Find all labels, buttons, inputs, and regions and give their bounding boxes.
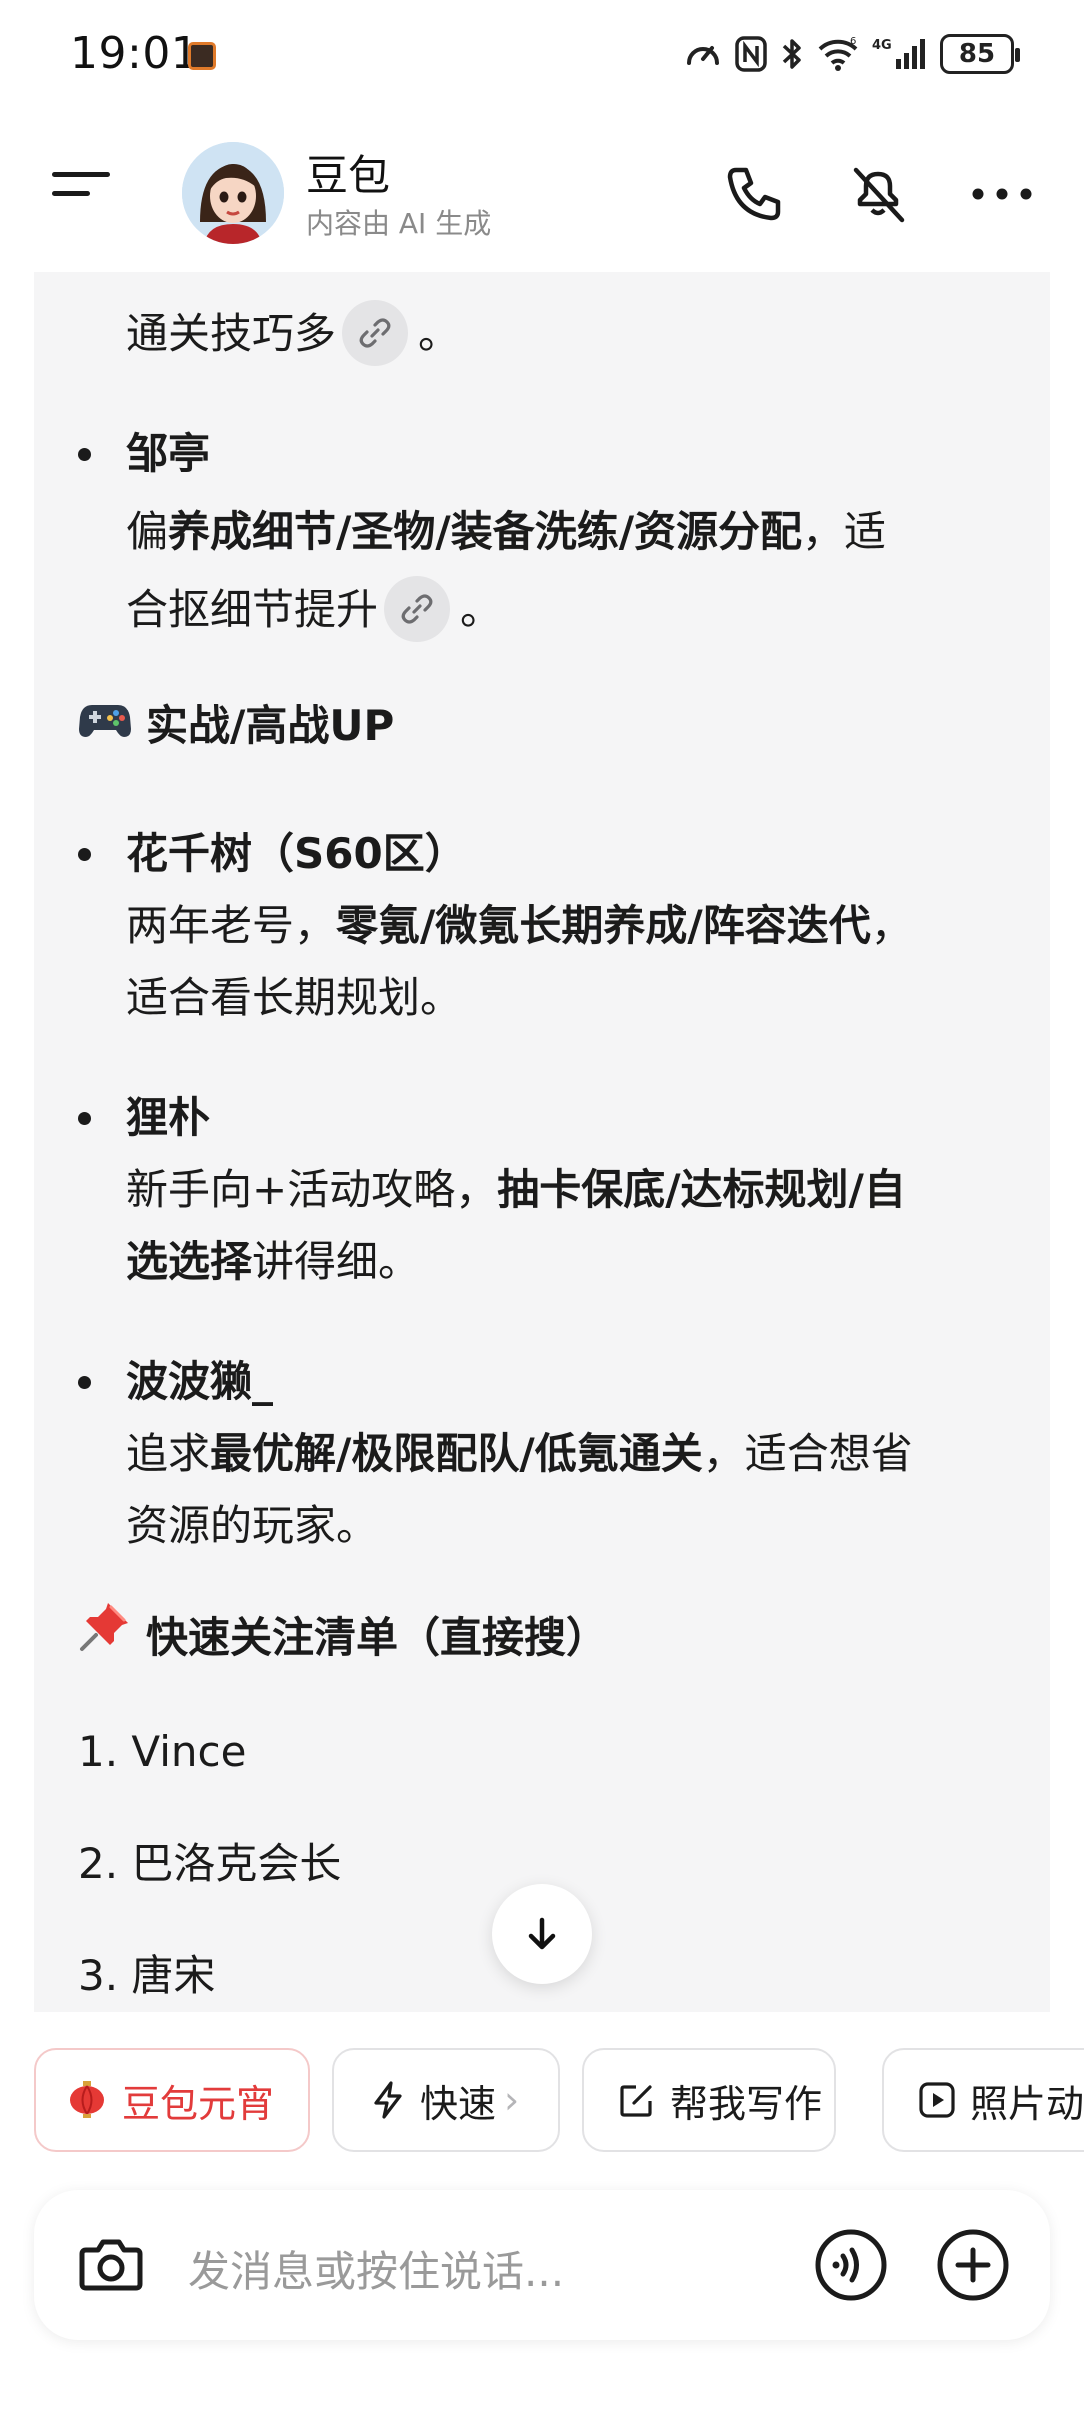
avatar-image <box>182 142 284 244</box>
arrow-down-icon <box>528 1917 556 1950</box>
section-heading: 快速关注清单（直接搜） <box>78 1602 608 1679</box>
battery-icon: 85 <box>940 34 1020 74</box>
phone-icon <box>727 167 781 221</box>
status-time: 19:01 <box>70 28 200 79</box>
more-button[interactable] <box>970 162 1034 226</box>
list-item-desc: 两年老号，零氪/微氪长期养成/阵容迭代， <box>126 901 913 950</box>
bluetooth-icon <box>782 39 801 69</box>
camera-icon <box>79 2239 143 2291</box>
call-button[interactable] <box>722 162 786 226</box>
list-item-desc: 适合看长期规划。 <box>126 973 463 1022</box>
list-item-desc: 合抠细节提升。 <box>126 574 502 646</box>
list-item: 3. 唐宋 <box>78 1951 216 2000</box>
mute-icon <box>853 167 905 223</box>
section-heading: 实战/高战UP <box>78 690 394 765</box>
list-item: 1. Vince <box>78 1727 247 1776</box>
voice-wave-icon <box>815 2229 887 2301</box>
message-input[interactable]: 发消息或按住说话... <box>188 2238 564 2299</box>
list-item-title: 波波獭_ <box>126 1357 274 1406</box>
avatar[interactable] <box>182 142 284 244</box>
list-item-desc: 追求最优解/极限配队/低氪通关，适合想省 <box>126 1429 913 1478</box>
lightning-icon <box>370 2080 406 2120</box>
status-icons: 6 4G 85 <box>684 32 1020 76</box>
assistant-message: 通关技巧多。 邹亭 偏养成细节/圣物/装备洗练/资源分配，适 合抠细节提升。 实… <box>34 272 1050 2012</box>
lantern-icon <box>66 2079 108 2121</box>
play-icon <box>918 2081 956 2119</box>
list-item: 2. 巴洛克会长 <box>78 1839 342 1888</box>
menu-button[interactable] <box>52 172 112 212</box>
edit-icon <box>618 2081 656 2119</box>
menu-icon <box>52 172 110 177</box>
more-icon <box>972 188 1032 200</box>
bullet <box>78 1112 91 1125</box>
plus-icon <box>937 2229 1009 2301</box>
list-item-title: 狸朴 <box>126 1093 211 1142</box>
bullet <box>78 848 91 861</box>
source-link-button[interactable] <box>342 299 409 366</box>
nfc-icon <box>735 36 767 72</box>
partial-line: 通关技巧多。 <box>126 298 460 370</box>
svg-text:6: 6 <box>850 36 856 47</box>
chip-doubao-yuanxiao[interactable]: 豆包元宵 <box>34 2048 310 2152</box>
list-item-desc: 资源的玩家。 <box>126 1501 379 1550</box>
chip-help-write[interactable]: 帮我写作 <box>582 2048 836 2152</box>
status-bar: 19:01 6 4G 85 <box>0 0 1084 112</box>
link-icon <box>401 593 433 624</box>
list-item-title: 花千树（S60区） <box>126 829 467 878</box>
signal-icon: 4G <box>872 38 925 69</box>
bullet <box>78 448 91 461</box>
voice-call-button[interactable] <box>814 2228 888 2302</box>
camera-button[interactable] <box>76 2230 146 2300</box>
ai-disclaimer: 内容由 AI 生成 <box>306 207 492 240</box>
svg-text:4G: 4G <box>872 38 892 53</box>
chip-photo-animate[interactable]: 照片动 <box>882 2048 1084 2152</box>
list-item-desc: 选选择讲得细。 <box>126 1237 421 1286</box>
notification-app-icon <box>188 42 216 70</box>
list-item-desc: 新手向+活动攻略，抽卡保底/达标规划/自 <box>126 1165 906 1214</box>
cut-off-line <box>126 272 139 284</box>
gamepad-icon <box>78 689 132 761</box>
suggestion-chips: 豆包元宵 快速 › 帮我写作 照片动 <box>34 2048 1084 2154</box>
bullet <box>78 1376 91 1389</box>
list-item-desc: 偏养成细节/圣物/装备洗练/资源分配，适 <box>126 507 887 556</box>
link-icon <box>359 317 391 348</box>
speed-icon <box>687 46 719 65</box>
mute-button[interactable] <box>846 162 910 226</box>
list-item-title: 邹亭 <box>126 429 211 478</box>
add-attachment-button[interactable] <box>936 2228 1010 2302</box>
wifi-icon: 6 <box>818 36 858 71</box>
chip-quick-mode[interactable]: 快速 › <box>332 2048 560 2152</box>
source-link-button[interactable] <box>384 575 451 642</box>
message-input-bar: 发消息或按住说话... <box>34 2190 1050 2340</box>
chat-title: 豆包 <box>306 151 391 200</box>
scroll-to-bottom-button[interactable] <box>492 1884 592 1984</box>
chat-header: 豆包 内容由 AI 生成 <box>0 112 1084 272</box>
pushpin-icon <box>78 1599 132 1675</box>
chevron-right-icon: › <box>504 2078 520 2122</box>
